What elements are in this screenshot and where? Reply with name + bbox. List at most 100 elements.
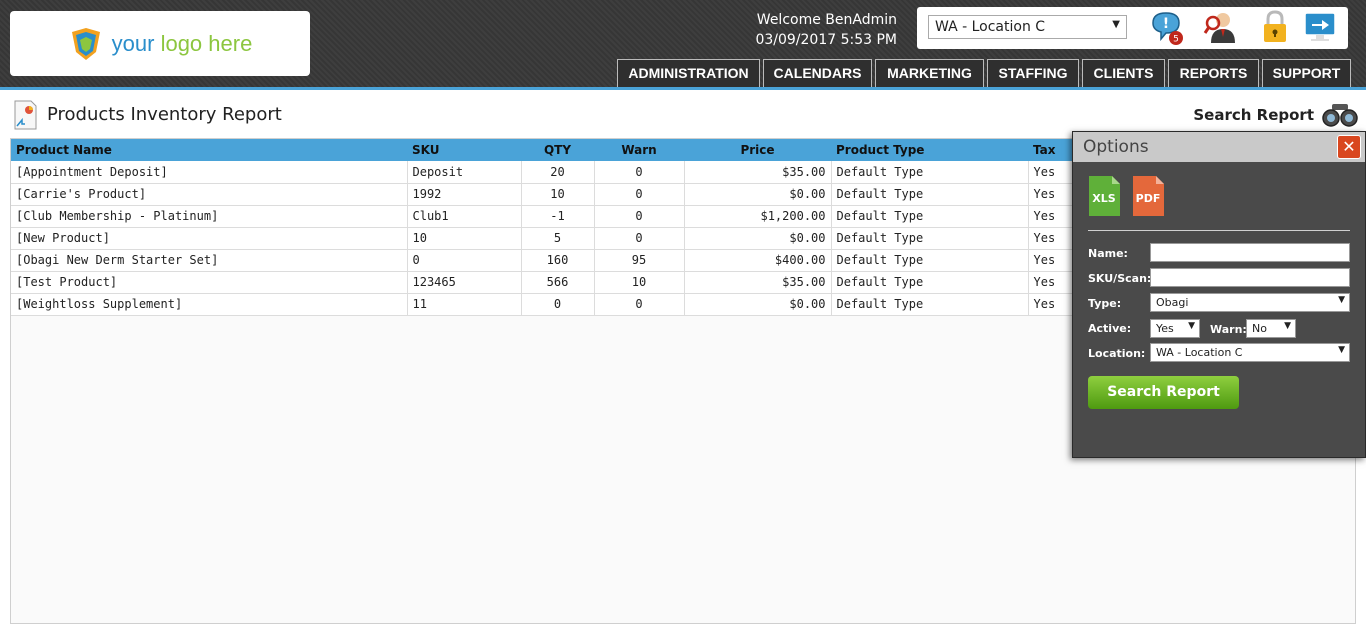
table-cell: 5 [521,227,595,250]
logo-shield-icon [71,27,100,60]
col-price[interactable]: Price [684,139,831,161]
pdf-export-icon[interactable]: PDF [1132,175,1165,217]
table-cell: $0.00 [684,183,832,206]
table-cell: [New Product] [11,227,408,250]
search-report-link[interactable]: Search Report [1180,106,1314,124]
options-title: Options [1083,137,1149,157]
chevron-down-icon: ▼ [1284,321,1291,331]
nav-reports[interactable]: REPORTS [1168,59,1259,87]
table-cell: 0 [594,227,685,250]
page-title: Products Inventory Report [47,104,282,125]
welcome-block: Welcome BenAdmin 03/09/2017 5:53 PM [730,10,897,50]
nav-staffing[interactable]: STAFFING [987,59,1079,87]
user-search-icon[interactable] [1203,9,1239,45]
table-cell: 1992 [407,183,522,206]
table-cell: Default Type [831,249,1029,272]
active-label: Active: [1088,322,1132,335]
table-cell: [Obagi New Derm Starter Set] [11,249,408,272]
table-cell: $400.00 [684,249,832,272]
col-product-name[interactable]: Product Name [11,139,407,161]
options-header: Options ✕ [1073,132,1365,162]
table-cell: $0.00 [684,227,832,250]
nav-support[interactable]: SUPPORT [1262,59,1351,87]
xls-label: XLS [1092,192,1115,205]
location-filter-select[interactable]: WA - Location C ▼ [1150,343,1350,362]
xls-export-icon[interactable]: XLS [1088,175,1121,217]
type-select[interactable]: Obagi ▼ [1150,293,1350,312]
datetime-text: 03/09/2017 5:53 PM [755,32,897,48]
table-cell: [Weightloss Supplement] [11,293,408,316]
table-cell: [Club Membership - Platinum] [11,205,408,228]
header-accent-line [0,87,1366,90]
table-cell: Deposit [407,161,522,184]
options-panel: Options ✕ XLS PDF Name: SKU/Scan: Type: … [1072,131,1366,458]
nav-calendars[interactable]: CALENDARS [763,59,872,87]
table-cell: 10 [594,271,685,294]
alerts-count: 5 [1173,35,1179,45]
chevron-down-icon: ▼ [1188,321,1195,331]
col-product-type[interactable]: Product Type [831,139,1028,161]
type-select-value: Obagi [1156,296,1189,309]
table-cell: Default Type [831,271,1029,294]
logo-word-1: your [111,30,155,56]
col-qty[interactable]: QTY [521,139,594,161]
table-cell: Default Type [831,227,1029,250]
table-cell: 123465 [407,271,522,294]
table-cell: Default Type [831,161,1029,184]
location-select[interactable]: WA - Location C ▼ [928,15,1127,39]
table-cell: 11 [407,293,522,316]
table-cell: 20 [521,161,595,184]
logout-icon[interactable] [1302,9,1338,45]
table-cell: -1 [521,205,595,228]
table-cell: Default Type [831,205,1029,228]
report-document-icon [14,100,37,130]
name-label: Name: [1088,247,1128,260]
table-cell: 0 [521,293,595,316]
nav-administration[interactable]: ADMINISTRATION [617,59,760,87]
table-cell: 10 [521,183,595,206]
lock-icon[interactable] [1257,9,1293,45]
type-label: Type: [1088,297,1122,310]
search-report-button[interactable]: Search Report [1088,376,1239,409]
table-cell: 10 [407,227,522,250]
sku-scan-field[interactable] [1150,268,1350,287]
table-cell: 566 [521,271,595,294]
warn-select-value: No [1252,322,1267,335]
main-nav: ADMINISTRATION CALENDARS MARKETING STAFF… [617,59,1351,87]
nav-clients[interactable]: CLIENTS [1082,59,1165,87]
location-label: Location: [1088,347,1146,360]
table-cell: $35.00 [684,161,832,184]
close-icon[interactable]: ✕ [1337,135,1361,159]
col-warn[interactable]: Warn [594,139,684,161]
table-cell: Default Type [831,183,1029,206]
logo-word-2: logo here [160,30,253,56]
table-cell: 0 [594,183,685,206]
table-cell: 0 [594,293,685,316]
binoculars-icon[interactable] [1322,101,1358,127]
table-cell: Default Type [831,293,1029,316]
welcome-text: Welcome BenAdmin [756,12,897,28]
table-cell: $35.00 [684,271,832,294]
svg-text:!: ! [1163,16,1169,32]
chevron-down-icon: ▼ [1112,19,1120,30]
warn-label: Warn: [1210,323,1247,336]
name-field[interactable] [1150,243,1350,262]
table-cell: 0 [594,161,685,184]
alerts-icon[interactable]: ! 5 [1149,9,1185,45]
logo[interactable]: your logo here [10,11,310,76]
table-cell: $0.00 [684,293,832,316]
pdf-label: PDF [1136,192,1161,205]
nav-marketing[interactable]: MARKETING [875,59,984,87]
table-cell: 95 [594,249,685,272]
options-divider [1088,230,1350,231]
table-cell: 160 [521,249,595,272]
table-cell: 0 [594,205,685,228]
table-cell: $1,200.00 [684,205,832,228]
table-cell: [Test Product] [11,271,408,294]
chevron-down-icon: ▼ [1338,295,1345,305]
location-filter-value: WA - Location C [1156,346,1243,359]
warn-select[interactable]: No ▼ [1246,319,1296,338]
col-sku[interactable]: SKU [407,139,521,161]
active-select[interactable]: Yes ▼ [1150,319,1200,338]
sku-label: SKU/Scan: [1088,272,1152,285]
